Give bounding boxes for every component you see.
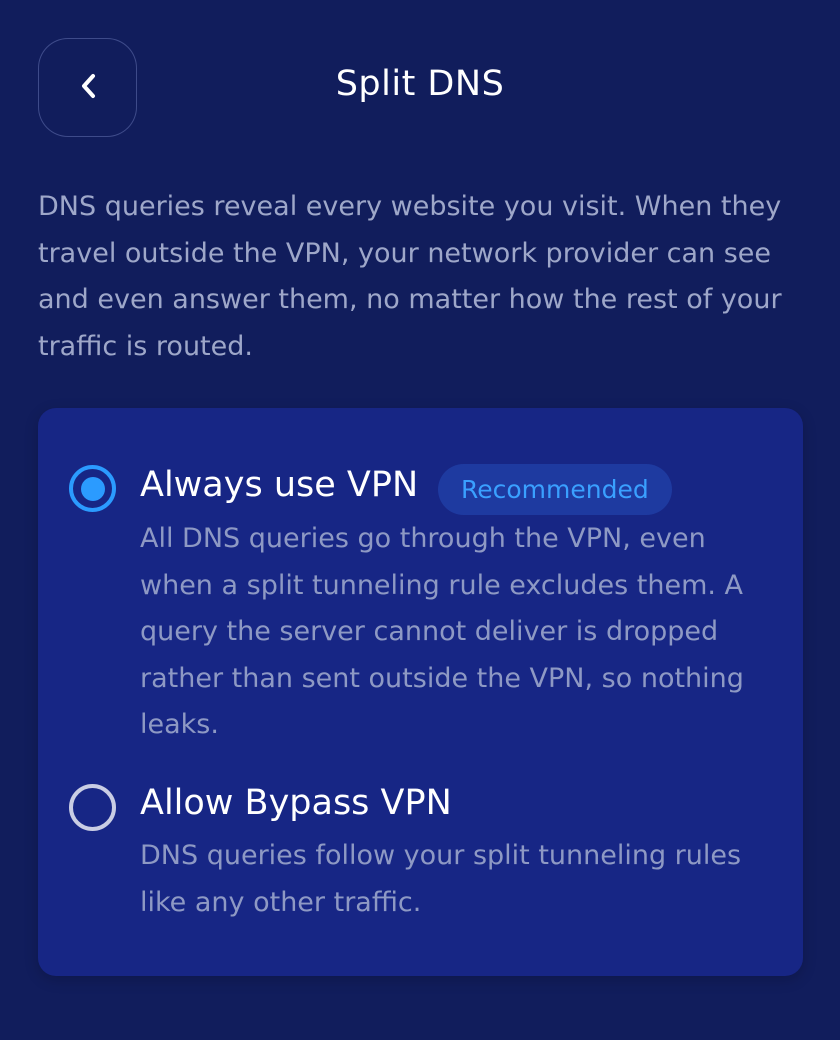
option-description: All DNS queries go through the VPN, even… xyxy=(140,523,744,740)
page-description: DNS queries reveal every website you vis… xyxy=(38,191,782,362)
dns-options-card: Always use VPN Recommended All DNS queri… xyxy=(38,408,803,976)
page-title: Split DNS xyxy=(335,64,505,104)
option-always-use-vpn[interactable]: Always use VPN Recommended All DNS queri… xyxy=(38,408,803,768)
radio-button-unselected[interactable] xyxy=(69,784,116,831)
recommended-badge: Recommended xyxy=(438,464,672,515)
radio-button-selected[interactable] xyxy=(69,465,116,512)
option-description: DNS queries follow your split tunneling … xyxy=(140,840,742,918)
option-label: Always use VPN xyxy=(140,465,419,505)
option-label: Allow Bypass VPN xyxy=(140,783,452,823)
option-allow-bypass-vpn[interactable]: Allow Bypass VPN DNS queries follow your… xyxy=(38,768,803,968)
